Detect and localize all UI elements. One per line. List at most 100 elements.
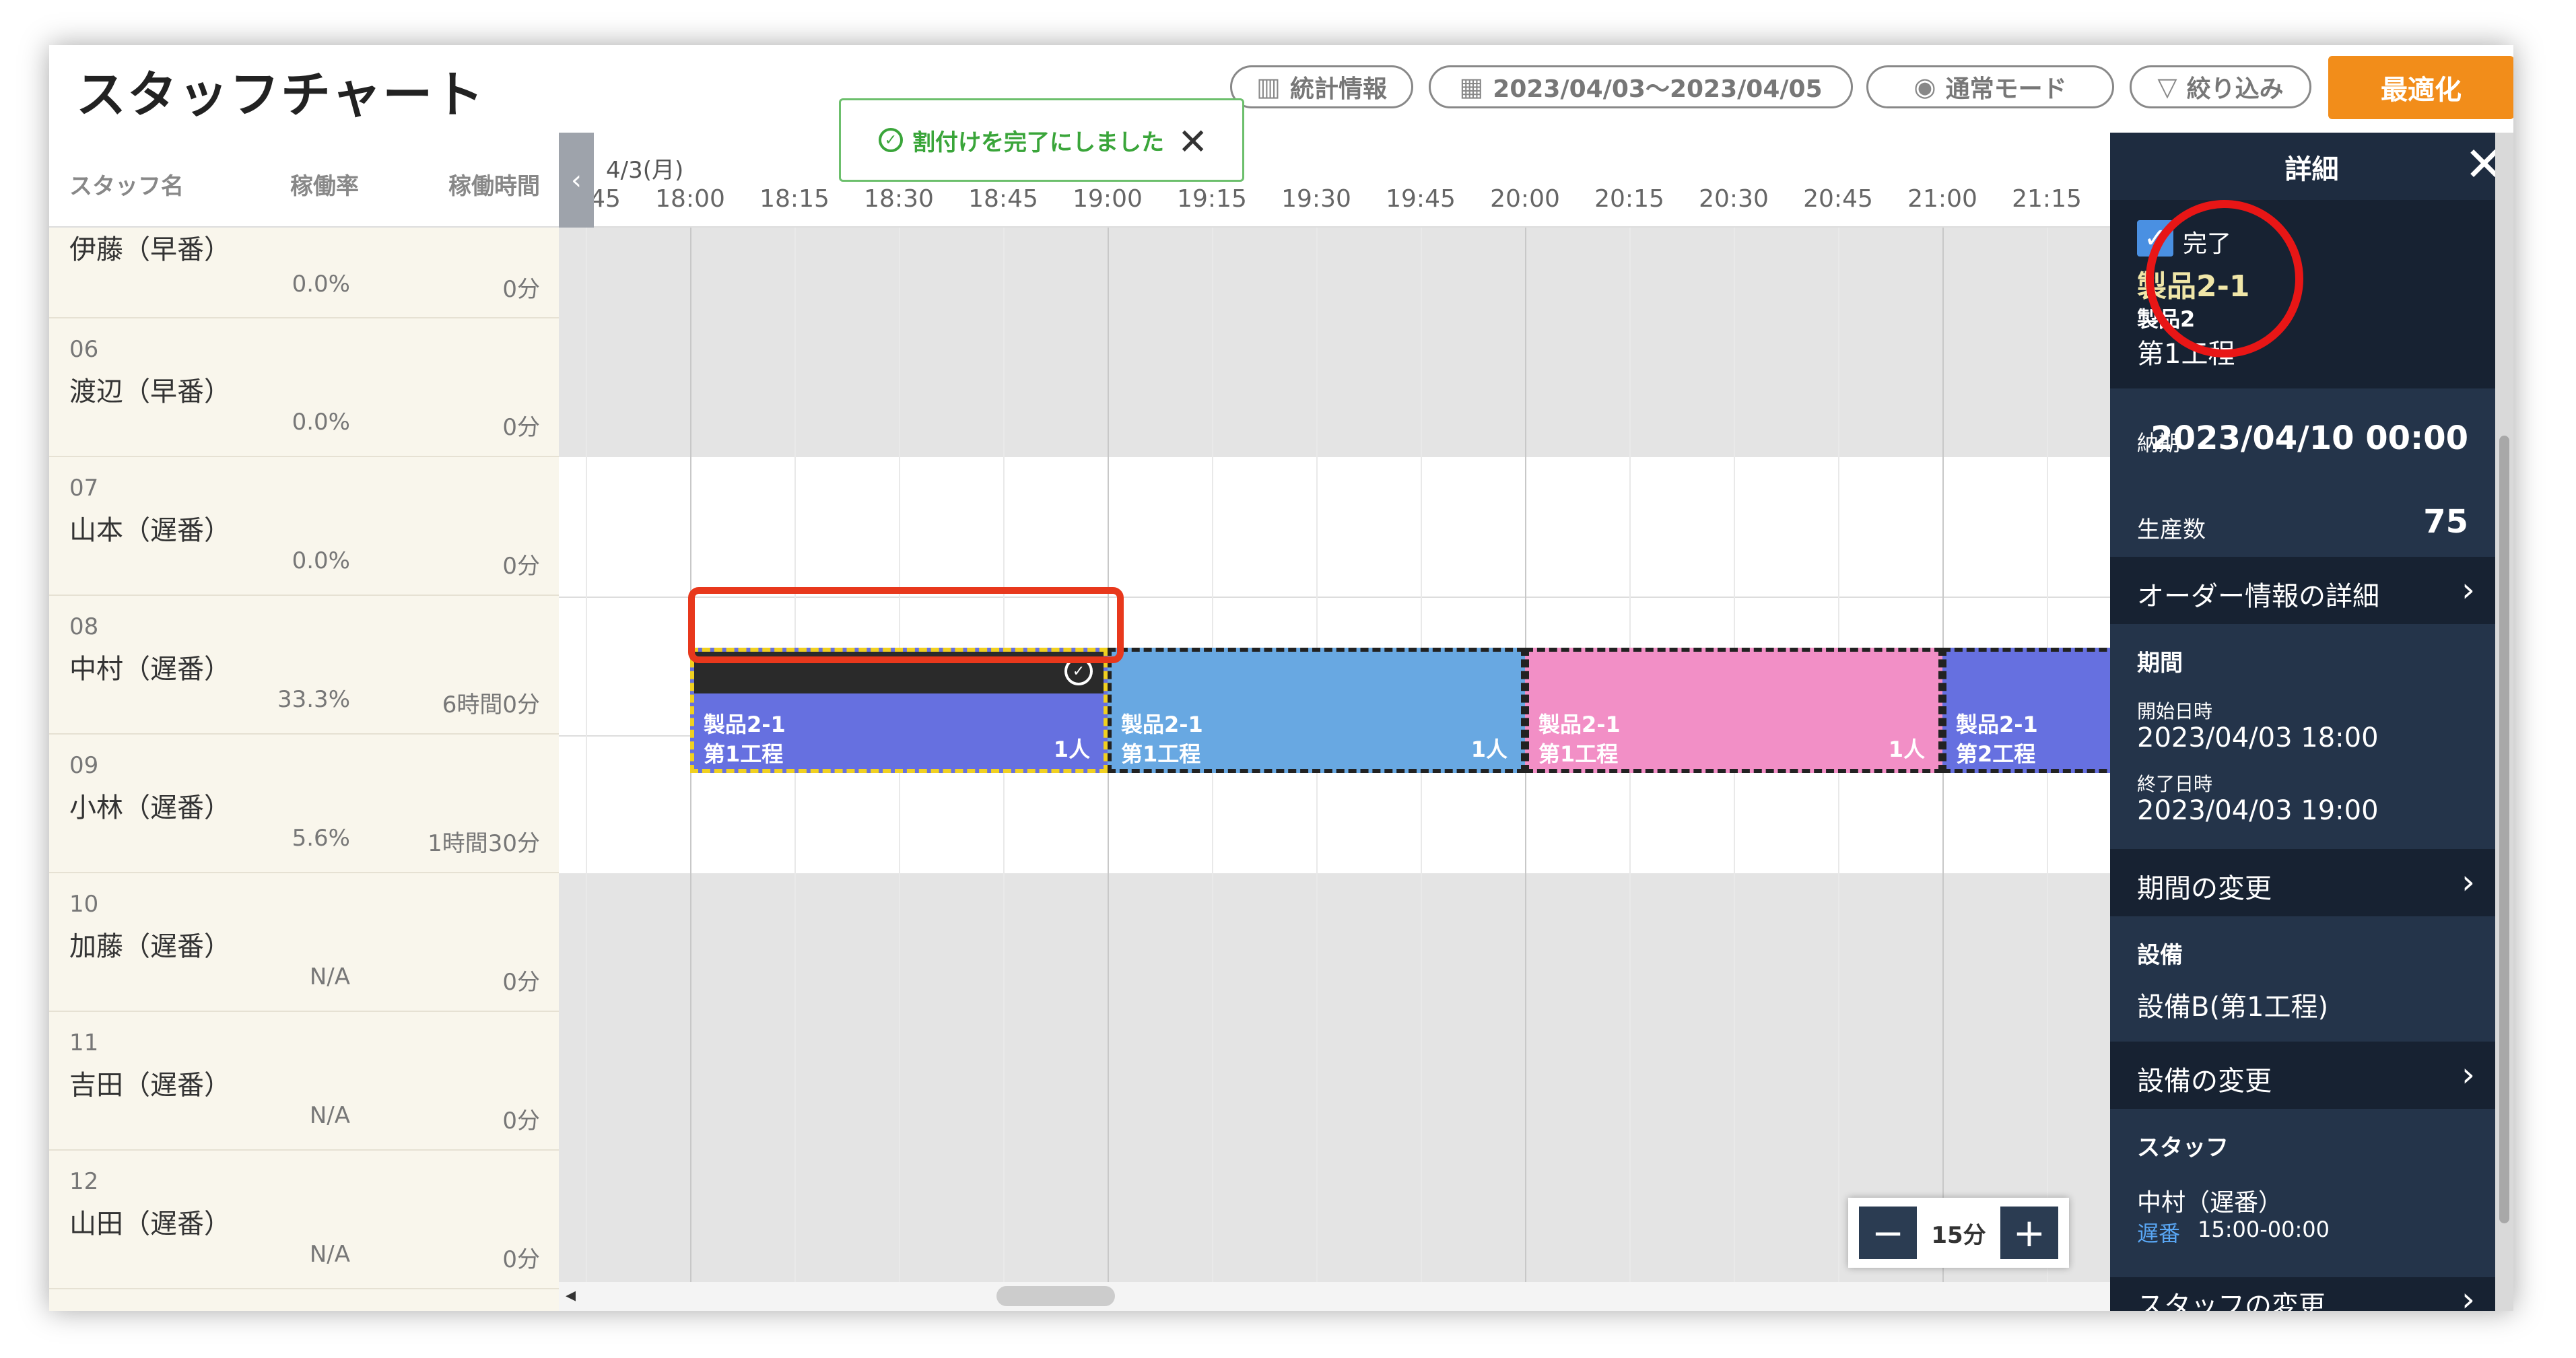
staff-row[interactable]: 08 中村（遅番） 33.3% 6時間0分 — [49, 596, 559, 735]
tick-label: 20:00 — [1490, 185, 1560, 213]
staff-rate: 5.6% — [292, 825, 350, 852]
staff-row[interactable]: 10 加藤（遅番） N/A 0分 — [49, 873, 559, 1012]
mode-button[interactable]: ◉ 通常モード — [1866, 65, 2114, 108]
staff-rate: 0.0% — [292, 271, 350, 298]
filter-button[interactable]: ▽ 絞り込み — [2130, 65, 2311, 108]
staff-row[interactable]: 11 吉田（遅番） N/A 0分 — [49, 1012, 559, 1151]
staff-list: 伊藤（早番） 0.0% 0分 06 渡辺（早番） 0.0% 0分 07 山本（遅… — [49, 228, 559, 1311]
bar-chart-icon: ▥ — [1256, 72, 1281, 102]
staff-time: 0分 — [502, 969, 540, 996]
staff-rate: N/A — [309, 1102, 350, 1129]
staff-assigned-name: 中村（遅番） — [2137, 1189, 2283, 1217]
chevron-right-icon: › — [2462, 570, 2475, 609]
tick-label: 18:30 — [864, 185, 934, 213]
staff-change-label: スタッフの変更 — [2137, 1291, 2326, 1311]
staff-row[interactable]: 伊藤（早番） 0.0% 0分 — [49, 228, 559, 318]
qty-label: 生産数 — [2137, 516, 2206, 543]
vertical-scroll-thumb[interactable] — [2499, 436, 2509, 1223]
page-title: スタッフチャート — [76, 66, 485, 124]
calendar-icon: ▦ — [1459, 72, 1484, 102]
task-bar[interactable]: 製品2-1 第1工程 1人 — [1525, 648, 1942, 773]
staff-row[interactable]: 06 渡辺（早番） 0.0% 0分 — [49, 318, 559, 457]
staff-row[interactable]: 09 小林（遅番） 5.6% 1時間30分 — [49, 735, 559, 873]
tick-label: 21:15 — [2012, 185, 2082, 213]
staff-rate: N/A — [309, 1241, 350, 1268]
staff-section: スタッフ 中村（遅番） 遅番 15:00-00:00 — [2110, 1109, 2495, 1277]
task-label: 製品2-1 第1工程 — [1121, 710, 1203, 769]
staff-id: 10 — [69, 891, 99, 918]
optimize-button[interactable]: 最適化 — [2328, 56, 2513, 119]
staff-id: 12 — [69, 1168, 99, 1195]
staff-name: 山本（遅番） — [69, 515, 231, 546]
staff-change-link[interactable]: スタッフの変更 › — [2110, 1277, 2495, 1311]
grid-line — [586, 228, 587, 1291]
equip-change-label: 設備の変更 — [2137, 1066, 2272, 1097]
horizontal-scrollbar[interactable]: ◂ — [559, 1282, 2175, 1311]
staff-id: 09 — [69, 752, 99, 779]
task-count: 1人 — [1053, 737, 1090, 762]
task-process: 第2工程 — [1956, 741, 2036, 767]
scroll-thumb[interactable] — [996, 1286, 1115, 1306]
shift-time: 15:00-00:00 — [2198, 1217, 2330, 1242]
staff-name: 山田（遅番） — [69, 1209, 231, 1240]
period-change-link[interactable]: 期間の変更 › — [2110, 849, 2495, 916]
tick-label: 18:15 — [759, 185, 829, 213]
vertical-scrollbar[interactable] — [2495, 133, 2513, 1311]
col-rate: 稼働率 — [290, 173, 359, 200]
equip-heading: 設備 — [2137, 942, 2183, 969]
staff-id: 06 — [69, 336, 99, 363]
task-bar[interactable]: ✓ 製品2-1 第1工程 1人 — [690, 648, 1108, 773]
zoom-out-button[interactable]: − — [1859, 1207, 1917, 1259]
scroll-left-icon[interactable]: ◂ — [566, 1283, 576, 1307]
detail-title: 詳細 — [2284, 154, 2339, 185]
staff-time: 0分 — [502, 1108, 540, 1134]
zoom-in-button[interactable]: + — [2000, 1207, 2058, 1259]
staff-name: 中村（遅番） — [69, 654, 231, 685]
staff-name: 小林（遅番） — [69, 792, 231, 823]
start-label: 開始日時 — [2137, 700, 2213, 722]
start-value: 2023/04/03 18:00 — [2137, 722, 2379, 753]
staff-chart: 4/3(月) 17:4518:0018:1518:3018:4519:0019:… — [559, 133, 2175, 1311]
tick-label: 18:00 — [655, 185, 725, 213]
tick-label: 18:45 — [968, 185, 1038, 213]
staff-table-header: スタッフ名 稼働率 稼働時間 — [49, 133, 559, 228]
stats-label: 統計情報 — [1289, 75, 1387, 103]
tick-label: 19:45 — [1386, 185, 1456, 213]
check-circle-icon: ✓ — [879, 128, 903, 152]
staff-time: 6時間0分 — [442, 691, 540, 718]
row-band — [559, 228, 2175, 457]
chevron-left-icon[interactable]: ‹ — [559, 133, 594, 228]
equip-value: 設備B(第1工程) — [2137, 992, 2329, 1023]
staff-time: 0分 — [502, 276, 540, 303]
period-heading: 期間 — [2137, 650, 2183, 677]
col-staff-name: スタッフ名 — [69, 173, 184, 200]
order-detail-link[interactable]: オーダー情報の詳細 › — [2110, 557, 2495, 624]
time-axis: 4/3(月) 17:4518:0018:1518:3018:4519:0019:… — [559, 133, 2175, 228]
zoom-value: 15分 — [1931, 1221, 1986, 1249]
stats-button[interactable]: ▥ 統計情報 — [1230, 65, 1413, 108]
task-label: 製品2-1 第1工程 — [1538, 710, 1621, 769]
toast-notification: ✓ 割付けを完了にしました ✕ — [839, 98, 1244, 182]
staff-heading: スタッフ — [2137, 1134, 2229, 1161]
detail-info: 納期 2023/04/10 00:00 生産数 75 — [2110, 388, 2495, 557]
chevron-right-icon: › — [2462, 1280, 2475, 1311]
task-count: 1人 — [1888, 737, 1925, 762]
staff-row[interactable]: 07 山本（遅番） 0.0% 0分 — [49, 457, 559, 596]
filter-icon: ▽ — [2157, 72, 2177, 102]
task-label: 製品2-1 第2工程 — [1956, 710, 2038, 769]
equipment-section: 設備 設備B(第1工程) — [2110, 916, 2495, 1042]
task-process: 第1工程 — [1121, 741, 1201, 767]
staff-name: 伊藤（早番） — [69, 234, 231, 265]
chevron-right-icon: › — [2462, 1055, 2475, 1094]
close-icon[interactable]: ✕ — [1178, 121, 1208, 163]
due-value: 2023/04/10 00:00 — [2150, 419, 2468, 457]
date-range-button[interactable]: ▦ 2023/04/03〜2023/04/05 — [1429, 65, 1853, 108]
staff-row[interactable]: 12 山田（遅番） N/A 0分 — [49, 1151, 559, 1289]
task-process: 第1工程 — [1538, 741, 1619, 767]
end-label: 終了日時 — [2137, 773, 2213, 795]
staff-rate: 0.0% — [292, 547, 350, 574]
equip-change-link[interactable]: 設備の変更 › — [2110, 1042, 2495, 1109]
period-section: 期間 開始日時 2023/04/03 18:00 終了日時 2023/04/03… — [2110, 624, 2495, 849]
task-bar[interactable]: 製品2-1 第1工程 1人 — [1108, 648, 1525, 773]
col-time: 稼働時間 — [448, 173, 540, 200]
